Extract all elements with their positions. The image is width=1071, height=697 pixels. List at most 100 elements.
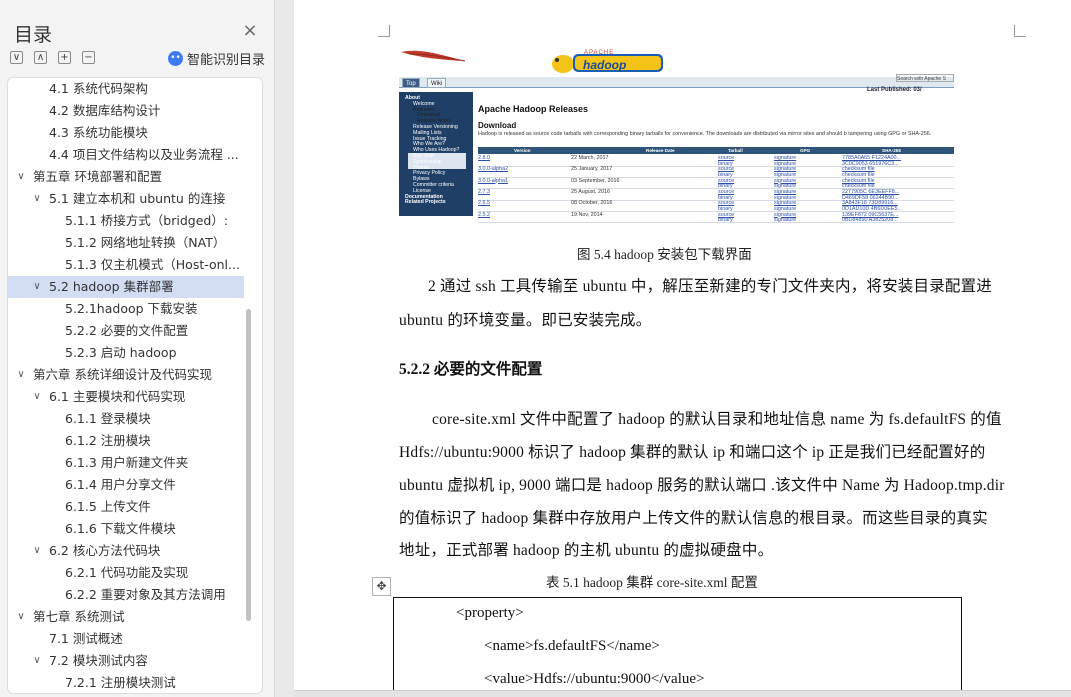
toc-item[interactable]: 7.1 测试概述 (8, 628, 244, 650)
toc-item-label: 5.1 建立本机和 ubuntu 的连接 (49, 191, 226, 206)
toc-item[interactable]: ∨ 7.2 模块测试内容 (8, 650, 244, 672)
expand-icon[interactable]: ∧ (34, 51, 47, 64)
chevron-down-icon[interactable]: ∨ (15, 606, 27, 628)
paragraph-line: ubuntu 的环境变量。即已安装完成。 (399, 312, 652, 329)
toc-item[interactable]: 4.2 数据库结构设计 (8, 100, 244, 122)
remove-icon[interactable]: − (82, 51, 95, 64)
row-divider (478, 177, 954, 179)
toc-item-label: 4.2 数据库结构设计 (49, 103, 161, 118)
release-version-link[interactable]: 2.7.3 (478, 189, 490, 195)
toc-item[interactable]: 6.2.1 代码功能及实现 (8, 562, 244, 584)
toc-item-label: 5.1.3 仅主机模式（Host-onl... (65, 257, 240, 272)
release-version-link[interactable]: 2.6.5 (478, 200, 490, 206)
release-date: 08 October, 2016 (571, 200, 613, 207)
toc-item-label: 5.2.3 启动 hadoop (65, 345, 177, 360)
toc-item[interactable]: 4.4 项目文件结构以及业务流程 ... (8, 144, 244, 166)
toc-item[interactable]: 6.1.6 下载文件模块 (8, 518, 244, 540)
release-date: 25 January, 2017 (571, 166, 613, 173)
toc-item-label: 5.2 hadoop 集群部署 (49, 279, 174, 294)
toc-item[interactable]: 7.2.1 注册模块测试 (8, 672, 244, 693)
toc-item[interactable]: ∨ 第六章 系统详细设计及代码实现 (8, 364, 244, 386)
toc-item[interactable]: 4.1 系统代码架构 (8, 78, 244, 100)
toc-item[interactable]: 5.2.2 必要的文件配置 (8, 320, 244, 342)
release-date: 03 September, 2016 (571, 177, 620, 184)
table-move-handle-icon[interactable]: ✥ (372, 577, 391, 596)
page-corner-mark (378, 25, 390, 37)
code-line: <property> (456, 605, 524, 621)
col-tarball: Tarball (728, 148, 743, 153)
site-sidebar-link[interactable]: Related Projects (405, 199, 446, 205)
toc-item[interactable]: 6.1.5 上传文件 (8, 496, 244, 518)
toc-item-label: 5.2.2 必要的文件配置 (65, 323, 189, 338)
toc-item[interactable]: 4.3 系统功能模块 (8, 122, 244, 144)
toc-item[interactable]: ∨ 5.1 建立本机和 ubuntu 的连接 (8, 188, 244, 210)
toc-item-label: 第五章 环境部署和配置 (33, 169, 162, 184)
collapse-icon[interactable]: ∨ (10, 51, 23, 64)
toc-tree[interactable]: 4.1 系统代码架构 4.2 数据库结构设计 4.3 系统功能模块 4.4 项目文件结… (7, 77, 263, 694)
paragraph-line: Hdfs://ubuntu:9000 标识了 hadoop 集群的默认 ip 和… (399, 444, 986, 461)
toc-item[interactable]: ∨ 第五章 环境部署和配置 (8, 166, 244, 188)
site-sidebar: About Welcome Releases Download Release Note… (399, 92, 473, 216)
toc-item-label: 6.1.6 下载文件模块 (65, 521, 176, 536)
section-heading: 5.2.2 必要的文件配置 (399, 361, 543, 378)
feather-logo-icon (401, 50, 466, 62)
release-version-link[interactable]: 3.0.0-alpha2 (478, 166, 508, 172)
chevron-down-icon[interactable]: ∨ (15, 166, 27, 188)
toc-item-label: 7.1 测试概述 (49, 631, 123, 646)
toc-item-label: 6.1.4 用户分享文件 (65, 477, 176, 492)
toc-item[interactable]: 6.1.2 注册模块 (8, 430, 244, 452)
smart-toc-button[interactable]: •• 智能识别目录 (168, 49, 265, 68)
toc-item[interactable]: 5.1.2 网络地址转换（NAT） (8, 232, 244, 254)
chevron-down-icon[interactable]: ∨ (31, 188, 43, 210)
smart-toc-label: 智能识别目录 (187, 53, 266, 68)
toc-item-label: 6.2.1 代码功能及实现 (65, 565, 189, 580)
close-icon[interactable]: × (241, 22, 259, 40)
toc-item[interactable]: ∨ 第七章 系统测试 (8, 606, 244, 628)
download-heading: Download (478, 121, 517, 130)
paragraph-line: core-site.xml 文件中配置了 hadoop 的默认目录和地址信息 n… (432, 411, 1002, 428)
toc-scrollbar[interactable] (246, 309, 251, 621)
site-search-input[interactable]: Search with Apache S (896, 74, 954, 82)
toc-item[interactable]: ∨ 6.2 核心方法代码块 (8, 540, 244, 562)
toc-item[interactable]: 6.1.4 用户分享文件 (8, 474, 244, 496)
toc-item-label: 6.2 核心方法代码块 (49, 543, 161, 558)
toc-item[interactable]: 5.2.3 启动 hadoop (8, 342, 244, 364)
site-tab-wiki[interactable]: Wiki (427, 78, 447, 88)
release-version-link[interactable]: 3.0.0-alpha1 (478, 178, 508, 184)
ai-icon: •• (168, 51, 183, 66)
release-table-header: Version Release Date Tarball GPG SHA-256 (478, 147, 954, 154)
paragraph-line: 地址，正式部署 hadoop 的主机 ubuntu 的虚拟硬盘中。 (399, 542, 774, 559)
paragraph-line: ubuntu 虚拟机 ip, 9000 端口是 hadoop 服务的默认端口 .… (399, 477, 1005, 494)
toc-item-label: 第六章 系统详细设计及代码实现 (33, 367, 212, 382)
release-version-link[interactable]: 2.5.2 (478, 212, 490, 218)
toc-item[interactable]: 5.2.1hadoop 下载安装 (8, 298, 244, 320)
toc-item-label: 7.2 模块测试内容 (49, 653, 148, 668)
chevron-down-icon[interactable]: ∨ (31, 386, 43, 408)
toc-item[interactable]: 5.1.1 桥接方式（bridged）: (8, 210, 244, 232)
add-icon[interactable]: + (58, 51, 71, 64)
col-sha256: SHA-256 (882, 148, 901, 153)
release-version-link[interactable]: 2.8.0 (478, 155, 490, 161)
toc-item[interactable]: 6.2.2 重要对象及其方法调用 (8, 584, 244, 606)
toc-item-label: 5.1.1 桥接方式（bridged）: (65, 213, 229, 228)
chevron-down-icon[interactable]: ∨ (31, 276, 43, 298)
chevron-down-icon[interactable]: ∨ (31, 540, 43, 562)
toc-item[interactable]: 6.1.1 登录模块 (8, 408, 244, 430)
toc-item[interactable]: ∨ 5.2 hadoop 集群部署 (8, 276, 244, 298)
code-line: <value>Hdfs://ubuntu:9000</value> (484, 671, 705, 687)
paragraph-line: 2 通过 ssh 工具传输至 ubuntu 中，解压至新建的专门文件夹内，将安装… (428, 278, 992, 295)
toc-item-label: 4.3 系统功能模块 (49, 125, 148, 140)
toc-pane: 目录 × ∨ ∧ + − •• 智能识别目录 4.1 系统代码架构 4.2 数据库… (0, 0, 275, 697)
col-release-date: Release Date (646, 148, 675, 153)
site-tab-top[interactable]: Top (402, 78, 420, 88)
toc-item-label: 4.1 系统代码架构 (49, 81, 148, 96)
toc-item[interactable]: ∨ 6.1 主要模块和代码实现 (8, 386, 244, 408)
toc-item-label: 5.2.1hadoop 下载安装 (65, 301, 198, 316)
chevron-down-icon[interactable]: ∨ (31, 650, 43, 672)
toc-item[interactable]: 6.1.3 用户新建文件夹 (8, 452, 244, 474)
horizontal-scrollbar[interactable] (294, 690, 1071, 697)
toc-item[interactable]: 5.1.3 仅主机模式（Host-onl... (8, 254, 244, 276)
chevron-down-icon[interactable]: ∨ (15, 364, 27, 386)
toc-item-label: 7.2.1 注册模块测试 (65, 675, 176, 690)
logo-text: hadoop (583, 58, 627, 72)
